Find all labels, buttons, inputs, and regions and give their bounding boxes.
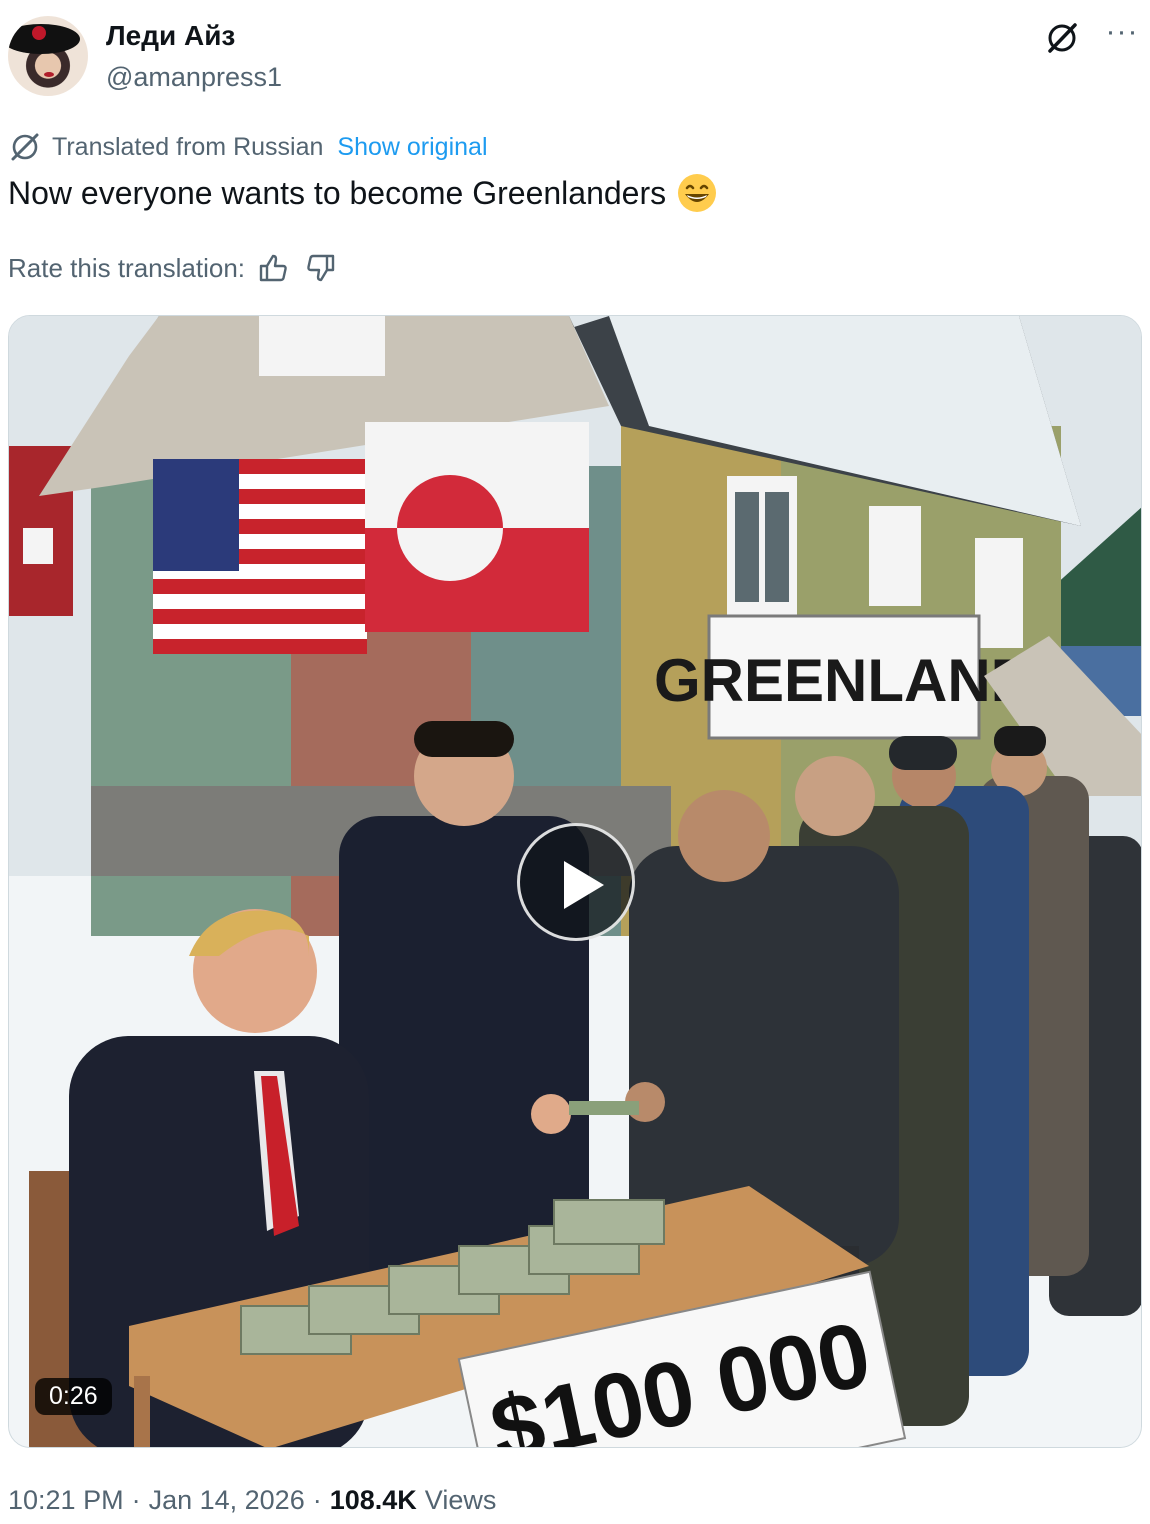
grok-icon[interactable] (1044, 20, 1080, 56)
greenland-flag (365, 422, 589, 632)
meta-separator: · (312, 1485, 322, 1515)
video-player[interactable]: GREENLAND $100 000 0:26 (8, 315, 1142, 1448)
video-duration: 0:26 (35, 1378, 112, 1415)
thumbs-up-icon[interactable] (257, 251, 291, 285)
author-display-name[interactable]: Леди Айз (106, 20, 235, 52)
meta-separator: · (131, 1485, 141, 1515)
thumbs-down-icon[interactable] (303, 251, 337, 285)
grinning-face-emoji (676, 172, 718, 214)
more-icon[interactable]: ··· (1102, 17, 1142, 52)
tweet-body: Now everyone wants to become Greenlander… (8, 174, 667, 211)
play-icon (564, 861, 604, 909)
avatar-rose (32, 26, 46, 40)
tweet-date[interactable]: Jan 14, 2026 (149, 1485, 305, 1516)
author-handle[interactable]: @amanpress1 (106, 62, 282, 93)
tweet-meta: 10:21 PM · Jan 14, 2026 · 108.4K Views (8, 1485, 496, 1516)
show-original-link[interactable]: Show original (337, 133, 487, 162)
tweet-time[interactable]: 10:21 PM (8, 1485, 124, 1516)
translation-notice: Translated from Russian Show original (8, 130, 488, 164)
avatar-lips (44, 72, 54, 77)
play-button[interactable] (517, 823, 635, 941)
greenland-sign: GREENLAND (654, 647, 1034, 714)
rate-translation-row: Rate this translation: (8, 248, 337, 288)
rate-translation-label: Rate this translation: (8, 252, 246, 283)
tweet-text: Now everyone wants to become Greenlander… (8, 172, 718, 214)
translate-icon (8, 130, 42, 164)
views-count[interactable]: 108.4K (330, 1485, 417, 1516)
translated-from-label: Translated from Russian (52, 132, 324, 161)
avatar[interactable] (8, 16, 88, 96)
tweet-header: Леди Айз @amanpress1 ··· (8, 14, 1142, 100)
views-label: Views (424, 1485, 497, 1515)
